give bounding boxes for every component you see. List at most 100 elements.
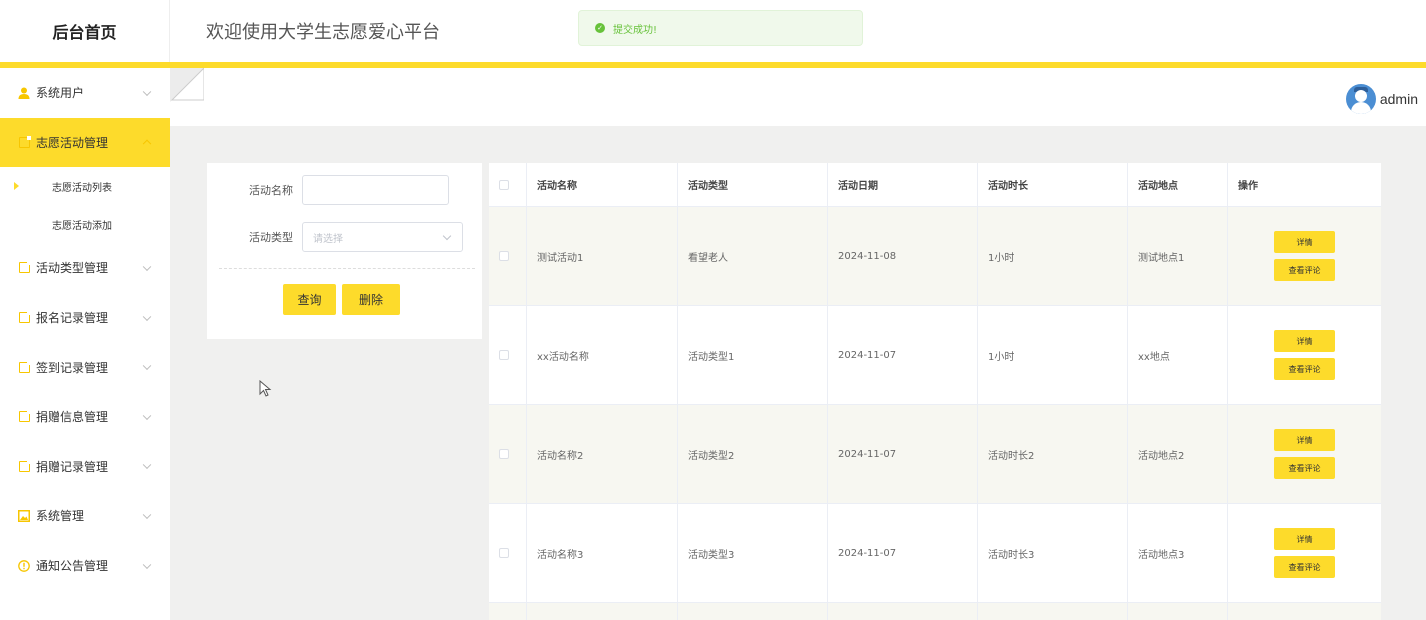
detail-button[interactable]: 详情 xyxy=(1274,528,1335,550)
view-comments-button[interactable]: 查看评论 xyxy=(1274,457,1335,479)
cell-activity-type: 活动类型1 xyxy=(678,306,828,404)
sidebar-item-activity-type[interactable]: 活动类型管理 xyxy=(0,243,170,293)
sidebar-item-system-manage[interactable]: 系统管理 xyxy=(0,491,170,541)
sidebar-item-checkin-records[interactable]: 签到记录管理 xyxy=(0,342,170,392)
sidebar: 系统用户 志愿活动管理 志愿活动列表 志愿活动添加 活动类型管理 报名记录管理 … xyxy=(0,68,170,620)
cell-activity-location: 活动地点2 xyxy=(1128,405,1228,503)
activity-type-label: 活动类型 xyxy=(249,231,293,244)
cell-activity-duration: 活动时长3 xyxy=(978,504,1128,602)
document-icon xyxy=(18,459,31,472)
cell-activity-name: xx活动名称 xyxy=(527,306,678,404)
collapse-toggle-icon[interactable] xyxy=(170,68,204,102)
check-circle-icon: ✓ xyxy=(595,23,605,33)
selected-marker-icon xyxy=(14,182,19,191)
sidebar-item-label: 签到记录管理 xyxy=(36,360,109,375)
sidebar-item-label: 捐赠记录管理 xyxy=(36,459,109,474)
row-select-cell xyxy=(489,207,527,305)
table-row-partial xyxy=(489,603,1381,620)
user-icon xyxy=(18,87,30,99)
sidebar-item-volunteer-activity[interactable]: 志愿活动管理 xyxy=(0,117,170,168)
select-all-checkbox[interactable] xyxy=(499,179,509,190)
image-icon xyxy=(18,509,30,522)
sidebar-item-signup-records[interactable]: 报名记录管理 xyxy=(0,293,170,343)
detail-button[interactable]: 详情 xyxy=(1274,231,1335,253)
user-menu[interactable]: admin xyxy=(1345,84,1418,114)
header-activity-duration: 活动时长 xyxy=(978,163,1128,206)
activity-table: 活动名称 活动类型 活动日期 活动时长 活动地点 操作 测试活动1 看望老人 2… xyxy=(489,163,1381,620)
header-actions: 操作 xyxy=(1238,181,1258,192)
chevron-down-icon xyxy=(442,231,452,241)
chevron-up-icon xyxy=(142,139,152,149)
table-row: xx活动名称 活动类型1 2024-11-07 1小时 xx地点 详情 查看评论 xyxy=(489,306,1381,405)
cell-activity-duration: 1小时 xyxy=(978,207,1128,305)
sidebar-subitem-activity-list[interactable]: 志愿活动列表 xyxy=(0,167,170,205)
chevron-down-icon xyxy=(142,312,152,321)
chevron-down-icon xyxy=(142,460,152,470)
toast-message: 提交成功! xyxy=(613,24,658,36)
sidebar-item-donation-records[interactable]: 捐赠记录管理 xyxy=(0,442,170,492)
table-row: 测试活动1 看望老人 2024-11-08 1小时 测试地点1 详情 查看评论 xyxy=(489,207,1381,306)
table-row: 活动名称2 活动类型2 2024-11-07 活动时长2 活动地点2 详情 查看… xyxy=(489,405,1381,504)
content-toolbar: admin xyxy=(170,68,1426,126)
table-row: 活动名称3 活动类型3 2024-11-07 活动时长3 活动地点3 详情 查看… xyxy=(489,504,1381,603)
view-comments-button[interactable]: 查看评论 xyxy=(1274,556,1335,578)
chevron-down-icon xyxy=(142,262,152,272)
header-activity-date: 活动日期 xyxy=(828,163,978,206)
detail-button[interactable]: 详情 xyxy=(1274,429,1335,451)
cell-activity-type: 看望老人 xyxy=(678,207,828,305)
sidebar-item-label: 系统用户 xyxy=(36,86,85,101)
cell-empty xyxy=(1228,603,1381,620)
document-icon xyxy=(18,360,31,373)
cell-activity-name: 活动名称3 xyxy=(527,504,678,602)
avatar xyxy=(1345,84,1376,114)
activity-name-label: 活动名称 xyxy=(249,184,293,197)
header-activity-type: 活动类型 xyxy=(678,163,828,206)
cell-activity-name: 活动名称2 xyxy=(527,405,678,503)
cell-actions: 详情 查看评论 xyxy=(1228,306,1381,404)
cell-activity-location: 测试地点1 xyxy=(1128,207,1228,305)
cell-empty xyxy=(678,603,828,620)
activity-name-input[interactable] xyxy=(302,175,449,205)
cell-activity-type: 活动类型2 xyxy=(678,405,828,503)
header-activity-name: 活动名称 xyxy=(527,163,678,206)
cell-activity-date: 2024-11-07 xyxy=(828,504,978,602)
cell-actions: 详情 查看评论 xyxy=(1228,207,1381,305)
select-placeholder: 请选择 xyxy=(313,233,343,245)
cell-empty xyxy=(978,603,1128,620)
sidebar-item-label: 志愿活动管理 xyxy=(36,135,109,150)
row-checkbox[interactable] xyxy=(499,449,509,459)
sidebar-item-system-users[interactable]: 系统用户 xyxy=(0,68,170,118)
document-icon xyxy=(18,311,31,324)
activity-name-row: 活动名称 xyxy=(207,175,482,205)
row-checkbox[interactable] xyxy=(499,350,509,360)
chevron-down-icon xyxy=(142,411,152,420)
activity-type-select[interactable]: 请选择 xyxy=(302,222,463,252)
sidebar-item-donation-info[interactable]: 捐赠信息管理 xyxy=(0,392,170,442)
document-icon xyxy=(18,135,31,148)
home-brand-link[interactable]: 后台首页 xyxy=(0,0,170,62)
username: admin xyxy=(1379,91,1418,107)
cell-empty xyxy=(828,603,978,620)
row-checkbox[interactable] xyxy=(499,548,509,558)
detail-button[interactable]: 详情 xyxy=(1274,330,1335,352)
delete-button[interactable]: 删除 xyxy=(342,284,400,315)
sidebar-item-label: 活动类型管理 xyxy=(36,261,109,276)
cell-actions: 详情 查看评论 xyxy=(1228,504,1381,602)
cell-activity-date: 2024-11-07 xyxy=(828,405,978,503)
view-comments-button[interactable]: 查看评论 xyxy=(1274,358,1335,380)
cell-activity-date: 2024-11-08 xyxy=(828,207,978,305)
sidebar-subitem-activity-add[interactable]: 志愿活动添加 xyxy=(0,205,170,243)
activity-type-row: 活动类型 请选择 xyxy=(207,222,482,252)
sidebar-item-label: 通知公告管理 xyxy=(36,559,109,574)
cell-activity-location: 活动地点3 xyxy=(1128,504,1228,602)
chevron-down-icon xyxy=(142,361,152,371)
row-checkbox[interactable] xyxy=(499,251,509,261)
sidebar-item-label: 系统管理 xyxy=(36,509,85,524)
site-title: 欢迎使用大学生志愿爱心平台 xyxy=(206,22,440,43)
form-divider xyxy=(219,268,475,269)
chevron-down-icon xyxy=(142,510,152,519)
sidebar-item-notice-manage[interactable]: 通知公告管理 xyxy=(0,541,170,591)
view-comments-button[interactable]: 查看评论 xyxy=(1274,259,1335,281)
query-button[interactable]: 查询 xyxy=(283,284,336,315)
sidebar-item-label: 报名记录管理 xyxy=(36,311,109,326)
